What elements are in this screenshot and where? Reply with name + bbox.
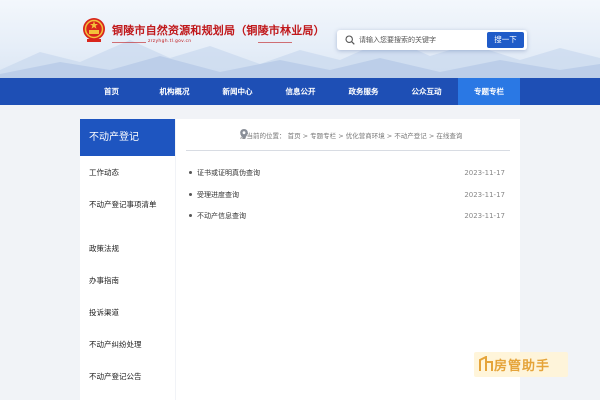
sidebar-item-registration-list[interactable]: 不动产登记事项清单 bbox=[89, 199, 169, 211]
list-item-date: 2023-11-17 bbox=[464, 169, 505, 177]
main-content: 您当前的位置： 首页 > 专题专栏 > 优化营商环境 > 不动产登记 > 在线查… bbox=[176, 119, 520, 400]
site-header: 铜陵市自然资源和规划局（铜陵市林业局） zrzyhgh.tl.gov.cn 搜一… bbox=[0, 0, 600, 78]
list-item[interactable]: 受理进度查询 2023-11-17 bbox=[189, 189, 509, 201]
list-item-title[interactable]: 受理进度查询 bbox=[197, 189, 239, 201]
breadcrumb: 您当前的位置： 首页 > 专题专栏 > 优化营商环境 > 不动产登记 > 在线查… bbox=[240, 132, 463, 140]
nav-item-public-interaction[interactable]: 公众互动 bbox=[395, 78, 458, 105]
sidebar-item-complaints[interactable]: 投诉渠道 bbox=[89, 307, 169, 319]
list-item-date: 2023-11-17 bbox=[464, 191, 505, 199]
sidebar-item-policies[interactable]: 政策法规 bbox=[89, 243, 169, 255]
bullet-icon bbox=[189, 214, 192, 217]
nav-item-special-topics[interactable]: 专题专栏 bbox=[458, 78, 520, 105]
bullet-icon bbox=[189, 193, 192, 196]
sidebar-item-dispute[interactable]: 不动产纠纷处理 bbox=[89, 339, 169, 351]
breadcrumb-divider bbox=[186, 150, 510, 151]
sidebar-item-announcements[interactable]: 不动产登记公告 bbox=[89, 371, 169, 383]
location-pin-icon bbox=[240, 129, 248, 139]
sidebar-item-guide[interactable]: 办事指南 bbox=[89, 275, 169, 287]
search-icon bbox=[345, 35, 355, 45]
national-emblem-icon bbox=[83, 18, 105, 42]
subtitle-divider bbox=[112, 42, 292, 43]
list-item[interactable]: 不动产信息查询 2023-11-17 bbox=[189, 210, 509, 222]
site-domain: zrzyhgh.tl.gov.cn bbox=[148, 39, 192, 44]
nav-item-organization[interactable]: 机构概况 bbox=[143, 78, 206, 105]
watermark-text: 房管助手 bbox=[494, 359, 551, 374]
watermark: 房管助手 bbox=[474, 352, 568, 377]
nav-item-info-disclosure[interactable]: 信息公开 bbox=[269, 78, 332, 105]
search-button[interactable]: 搜一下 bbox=[487, 32, 524, 48]
sidebar-item-work-news[interactable]: 工作动态 bbox=[89, 167, 169, 179]
list-item-title[interactable]: 证书或证明真伪查询 bbox=[197, 167, 260, 179]
site-title: 铜陵市自然资源和规划局（铜陵市林业局） bbox=[112, 24, 325, 37]
search-input[interactable] bbox=[359, 32, 481, 48]
list-item-title[interactable]: 不动产信息查询 bbox=[197, 210, 246, 222]
sidebar: 不动产登记 工作动态 不动产登记事项清单 政策法规 办事指南 投诉渠道 不动产纠… bbox=[80, 119, 175, 400]
bullet-icon bbox=[189, 171, 192, 174]
nav-item-news[interactable]: 新闻中心 bbox=[206, 78, 269, 105]
list-item[interactable]: 证书或证明真伪查询 2023-11-17 bbox=[189, 167, 509, 179]
list-item-date: 2023-11-17 bbox=[464, 212, 505, 220]
house-manager-logo-icon bbox=[479, 356, 493, 371]
search-box: 搜一下 bbox=[337, 30, 527, 50]
main-nav: 首页 机构概况 新闻中心 信息公开 政务服务 公众互动 专题专栏 bbox=[0, 78, 600, 105]
nav-item-home[interactable]: 首页 bbox=[80, 78, 143, 105]
sidebar-title: 不动产登记 bbox=[80, 119, 175, 156]
nav-item-gov-services[interactable]: 政务服务 bbox=[332, 78, 395, 105]
